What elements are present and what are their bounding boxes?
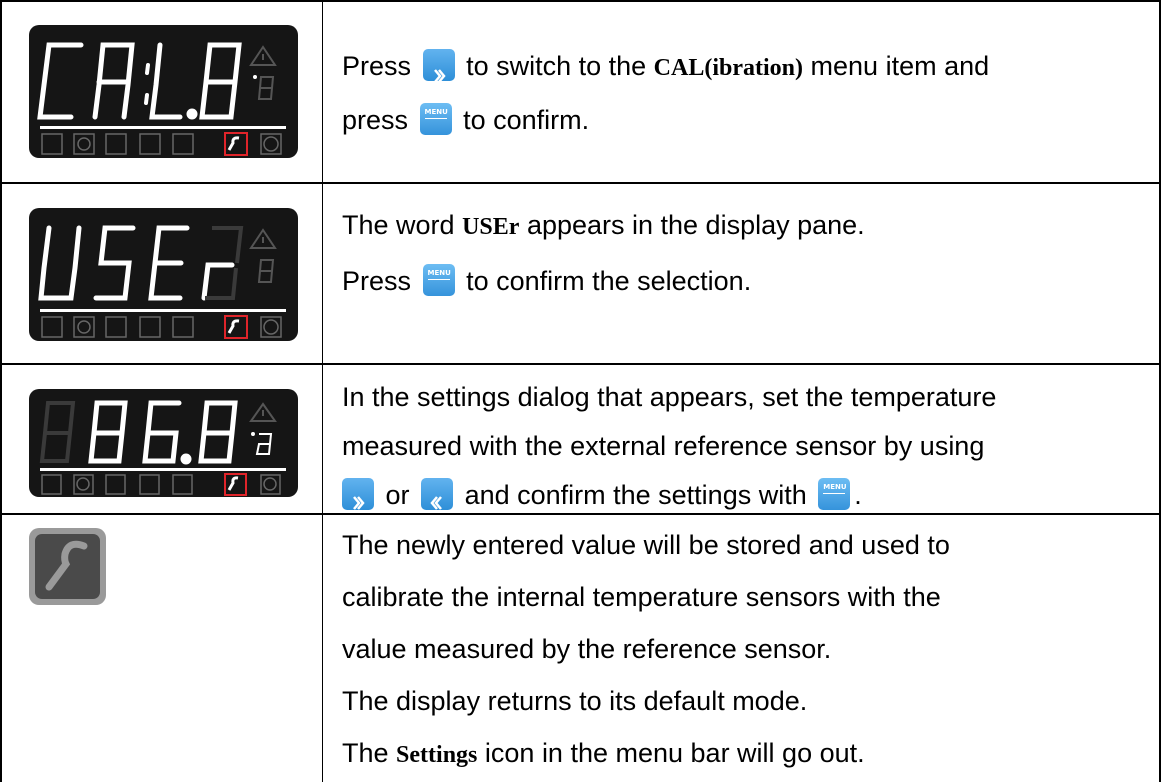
seven-segment-display bbox=[39, 400, 286, 496]
text: The bbox=[342, 738, 389, 768]
seven-segment-display bbox=[38, 225, 286, 339]
text: to switch to the bbox=[466, 51, 647, 81]
row2-text: The word USEr appears in the display pan… bbox=[342, 198, 1142, 317]
text: and confirm the settings with bbox=[464, 480, 807, 510]
text: to confirm. bbox=[463, 105, 590, 135]
text: Press bbox=[342, 266, 412, 296]
table-top-border bbox=[0, 0, 1161, 2]
text: or bbox=[385, 480, 410, 510]
text: . bbox=[854, 480, 862, 510]
row1-text: Press to switch to the CAL(ibration) men… bbox=[342, 40, 1142, 155]
text: The display returns to its default mode. bbox=[342, 686, 808, 716]
menu-enter-icon: MENU bbox=[422, 263, 455, 317]
menu-enter-icon: MENU bbox=[818, 477, 851, 528]
column-divider bbox=[322, 0, 323, 782]
table-left-border bbox=[0, 0, 2, 782]
text: ) bbox=[795, 55, 804, 81]
seven-segment-display bbox=[37, 42, 286, 156]
row3-text: In the settings dialog that appears, set… bbox=[342, 373, 1142, 528]
text: icon in the menu bar will go out. bbox=[484, 738, 865, 768]
text: press bbox=[342, 105, 409, 135]
text: appears in the display pane. bbox=[526, 210, 865, 240]
display-word: USEr bbox=[462, 214, 520, 240]
device-display-cal bbox=[29, 25, 298, 158]
forward-arrow-icon bbox=[342, 477, 374, 510]
text: to confirm the selection. bbox=[466, 266, 752, 296]
device-display-value bbox=[29, 389, 298, 497]
text: The newly entered value will be stored a… bbox=[342, 530, 950, 560]
text: measured with the external reference sen… bbox=[342, 431, 985, 461]
row-divider bbox=[0, 182, 1161, 184]
text: menu item and bbox=[810, 51, 990, 81]
forward-arrow-icon bbox=[422, 48, 455, 83]
device-display-user bbox=[29, 208, 298, 341]
menu-enter-icon: MENU bbox=[419, 102, 452, 155]
wrench-icon bbox=[29, 528, 106, 605]
back-arrow-icon bbox=[421, 477, 454, 510]
text: calibrate the internal temperature senso… bbox=[342, 582, 941, 612]
text: Press bbox=[342, 51, 412, 81]
row-divider bbox=[0, 363, 1161, 365]
text: value measured by the reference sensor. bbox=[342, 634, 832, 664]
row4-text: The newly entered value will be stored a… bbox=[342, 519, 1142, 781]
text: The word bbox=[342, 210, 455, 240]
text: In the settings dialog that appears, set… bbox=[342, 382, 997, 412]
menu-term: CAL(ibration bbox=[653, 55, 796, 81]
settings-term: Settings bbox=[396, 742, 478, 768]
